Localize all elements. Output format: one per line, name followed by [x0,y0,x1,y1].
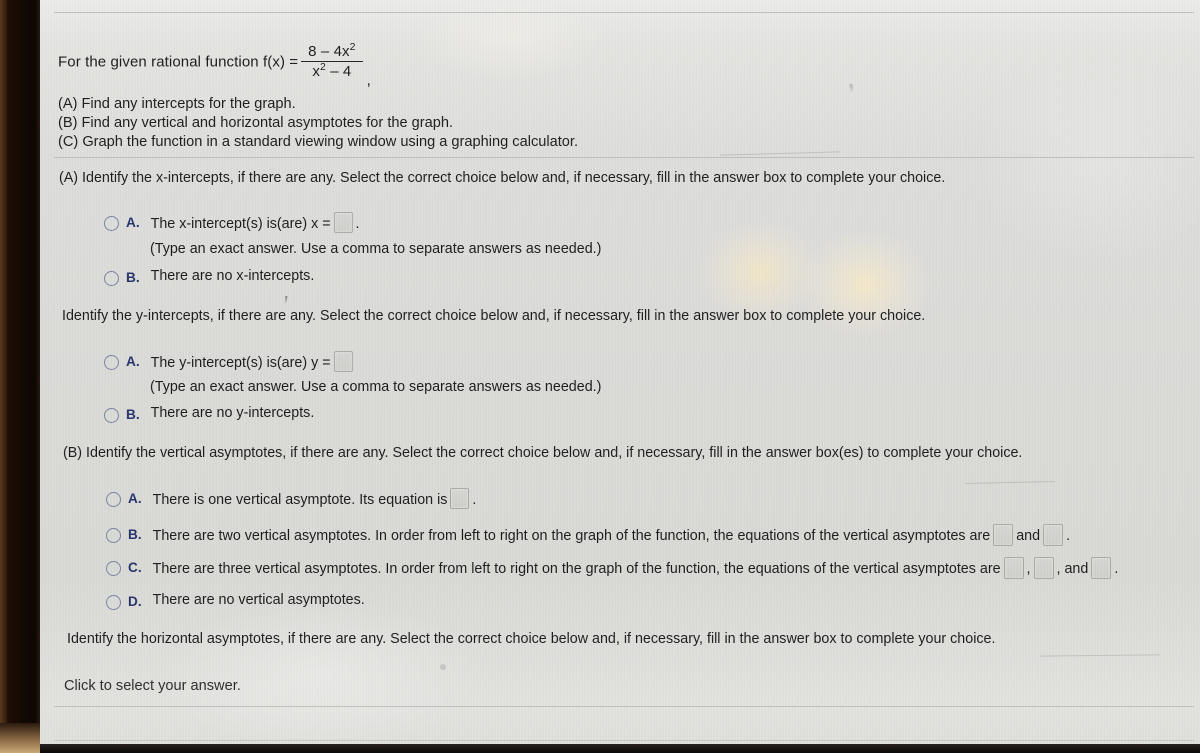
divider-bottom [54,706,1194,707]
y-intercepts-question: Identify the y-intercepts, if there are … [62,308,926,324]
option-text: There are no x-intercepts. [150,268,315,284]
option-text: There are two vertical asymptotes. In or… [152,524,1071,547]
option-a-text: The x-intercept(s) is(are) x = [150,215,331,232]
vertical-asymptote-answer-input-3[interactable] [1091,557,1112,579]
radio-button-icon[interactable] [104,355,119,370]
option-letter: B. [126,270,140,285]
radio-button-icon[interactable] [106,528,121,543]
divider-after-parts [54,157,1194,158]
photo-artifact [849,83,854,94]
option-a-text: There is one vertical asymptote. Its equ… [152,491,448,508]
screen-surface: For the given rational function f(x) = 8 … [40,0,1200,745]
horizontal-asymptotes-question: Identify the horizontal asymptotes, if t… [67,631,996,647]
divider-very-bottom [54,740,1194,741]
radio-button-icon[interactable] [104,408,119,423]
problem-statement: For the given rational function f(x) = 8 … [58,41,371,90]
fraction-numerator: 8 – 4x2 [308,41,356,60]
exercise-panel: For the given rational function f(x) = 8 … [40,0,1200,745]
vertical-asymptotes-option-d[interactable]: D. There are no vertical asymptotes. [106,592,365,610]
radio-button-icon[interactable] [104,271,119,286]
fraction-denominator: x2 – 4 [312,61,352,81]
vertical-asymptote-answer-input-2[interactable] [1033,557,1054,579]
numerator-exponent: 2 [349,41,356,53]
vertical-asymptote-answer-input-1[interactable] [993,524,1014,546]
x-intercepts-question: (A) Identify the x-intercepts, if there … [59,170,946,186]
radio-button-icon[interactable] [106,595,121,610]
radio-button-icon[interactable] [106,492,121,507]
click-to-select-note: Click to select your answer. [64,678,241,694]
y-intercepts-hint: (Type an exact answer. Use a comma to se… [150,379,602,395]
y-intercepts-option-a[interactable]: A. The y-intercept(s) is(are) y = [104,351,356,373]
option-text: The y-intercept(s) is(are) y = [150,351,356,373]
photo-artifact [720,151,840,156]
y-intercept-answer-input[interactable] [333,351,353,372]
option-b-trailing: . [1066,528,1071,544]
option-a-trailing: . [355,215,360,232]
option-c-trailing: . [1114,561,1119,577]
rational-function-fraction: 8 – 4x2 x2 – 4 [301,41,363,81]
option-letter: D. [128,594,142,609]
option-letter: B. [128,527,142,542]
photo-artifact [440,664,446,670]
option-text: There are no vertical asymptotes. [152,592,365,608]
monitor-bezel-corner [0,723,40,753]
x-intercept-answer-input[interactable] [333,212,353,233]
monitor-bezel-left-edge [0,0,7,753]
problem-part-c: (C) Graph the function in a standard vie… [58,134,578,150]
option-c-text: There are three vertical asymptotes. In … [152,561,1001,577]
photo-artifact [1039,654,1161,657]
vertical-asymptotes-question: (B) Identify the vertical asymptotes, if… [63,445,1023,461]
divider-top [54,12,1194,13]
option-a-trailing: . [472,491,477,508]
vertical-asymptotes-option-a[interactable]: A. There is one vertical asymptote. Its … [106,488,477,510]
vertical-asymptote-answer-input-2[interactable] [1043,524,1064,546]
photo-artifact [284,295,288,305]
y-intercepts-option-b[interactable]: B. There are no y-intercepts. [104,405,314,423]
monitor-bezel-bottom [0,744,1200,753]
option-letter: A. [126,354,140,369]
option-text: The x-intercept(s) is(are) x = . [150,212,360,234]
vertical-asymptotes-option-c[interactable]: C. There are three vertical asymptotes. … [106,557,1119,580]
option-text: There are three vertical asymptotes. In … [152,557,1119,580]
option-c-joiner: , and [1056,561,1089,577]
option-letter: C. [128,560,142,575]
option-b-joiner: and [1016,528,1041,544]
option-b-text: There are two vertical asymptotes. In or… [152,528,991,544]
option-text: There is one vertical asymptote. Its equ… [152,488,477,510]
option-letter: B. [126,407,140,422]
option-c-separator: , [1026,561,1031,577]
photographed-screen: For the given rational function f(x) = 8 … [0,0,1200,753]
option-text: There are no y-intercepts. [150,405,315,421]
x-intercepts-option-b[interactable]: B. There are no x-intercepts. [104,268,314,286]
problem-lead-text: For the given rational function f(x) = [58,53,299,71]
x-intercepts-option-a[interactable]: A. The x-intercept(s) is(are) x = . [104,212,360,234]
option-a-text: The y-intercept(s) is(are) y = [150,354,331,371]
option-letter: A. [126,215,140,230]
radio-button-icon[interactable] [104,216,119,231]
problem-part-a: (A) Find any intercepts for the graph. [58,96,296,112]
vertical-asymptotes-option-b[interactable]: B. There are two vertical asymptotes. In… [106,524,1071,547]
problem-part-b: (B) Find any vertical and horizontal asy… [58,115,454,131]
vertical-asymptote-answer-input[interactable] [450,488,470,509]
trailing-comma: , [366,72,371,90]
photo-artifact [964,481,1056,484]
option-letter: A. [128,491,142,506]
x-intercepts-hint: (Type an exact answer. Use a comma to se… [150,241,602,257]
vertical-asymptote-answer-input-1[interactable] [1003,557,1024,579]
radio-button-icon[interactable] [106,561,121,576]
